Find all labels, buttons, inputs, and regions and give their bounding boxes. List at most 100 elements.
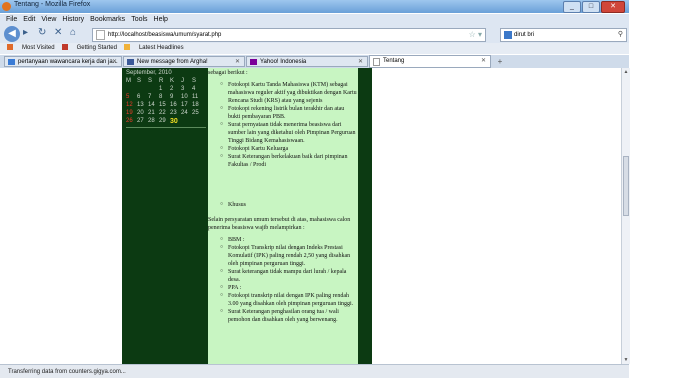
list-item: Fotokopi Kartu Keluarga [220, 145, 358, 153]
list-item: Khusus [220, 201, 358, 209]
calendar-day: 20 [137, 110, 144, 116]
calendar-day: 19 [126, 110, 133, 116]
intro-text: sebagai berikut : [208, 70, 248, 76]
calendar-day [126, 85, 137, 93]
scroll-up-arrow-icon[interactable]: ▲ [622, 68, 630, 76]
calendar-day: 7 [148, 94, 152, 100]
calendar-day: 25 [192, 110, 199, 116]
calendar-day: 18 [192, 102, 199, 108]
browser-window: Tentang - Mozilla Firefox _ □ ✕ File Edit Vi… [0, 0, 630, 378]
special-requirements-list: BBM : Fotokopi Transkrip nilai dengan In… [208, 236, 358, 324]
tab-close-icon[interactable]: ✕ [481, 56, 486, 67]
list-item: Surat Keterangan berkelakuan baik dari p… [220, 153, 358, 169]
search-box[interactable]: dirut bri ⚲ [500, 28, 627, 42]
weekday-header: J [181, 78, 184, 84]
menu-edit[interactable]: Edit [23, 14, 35, 25]
menu-bookmarks[interactable]: Bookmarks [90, 14, 125, 25]
firefox-icon [2, 2, 11, 11]
window-title: Tentang - Mozilla Firefox [14, 1, 91, 8]
weekday-header: S [137, 78, 142, 84]
bookmark-icon [7, 44, 13, 51]
calendar-day: 28 [148, 118, 155, 124]
tab-close-icon[interactable]: ✕ [235, 57, 240, 66]
calendar-day: 24 [181, 110, 188, 116]
rss-icon [123, 44, 130, 51]
main-text: sebagai berikut : Fotokopi Kartu Tanda M… [208, 68, 358, 364]
calendar-day: 13 [137, 102, 144, 108]
minimize-button[interactable]: _ [563, 1, 581, 13]
menu-tools[interactable]: Tools [131, 14, 147, 25]
calendar-day: 27 [137, 118, 144, 124]
calendar-day: 21 [148, 110, 155, 116]
reload-button[interactable]: ↻ [38, 25, 46, 41]
page-content: September, 2010 MSSRKJS 1234 5 6 7 8 9 10 11 1… [0, 68, 621, 364]
calendar-day: 17 [181, 102, 188, 108]
tab-close-icon[interactable]: ✕ [112, 57, 117, 66]
weekday-header: R [159, 78, 164, 84]
list-item: Fotokopi Kartu Tanda Mahasiswa (KTM) seb… [220, 81, 358, 105]
url-bar[interactable]: http://localhost/beasiswa/umum/syarat.ph… [92, 28, 486, 42]
requirements-list: Fotokopi Kartu Tanda Mahasiswa (KTM) seb… [208, 81, 358, 169]
bookmark-icon [61, 44, 68, 51]
new-tab-button[interactable]: + [492, 56, 508, 67]
maximize-button[interactable]: □ [582, 1, 600, 13]
tab-close-icon[interactable]: ✕ [358, 57, 363, 66]
menu-help[interactable]: Help [154, 14, 168, 25]
calendar-day: 1 [159, 86, 163, 92]
right-border-column [358, 68, 372, 364]
search-icon[interactable]: ⚲ [618, 29, 623, 41]
bookmark-latest-headlines[interactable]: Latest Headlines [123, 43, 184, 54]
home-button[interactable]: ⌂ [70, 25, 76, 41]
forward-button[interactable]: ▸ [23, 25, 28, 41]
search-engine-icon [504, 31, 512, 39]
paragraph: Selain persyaratan umum tersebut di atas… [208, 217, 351, 231]
calendar-month: September, 2010 [126, 70, 172, 76]
list-item: Surat keterangan tidak mampu dari lurah … [220, 268, 358, 284]
tab-pertanyaan[interactable]: pertanyaan wawancara kerja dan ja... ✕ [4, 56, 122, 67]
bookmark-most-visited[interactable]: Most Visited [7, 43, 55, 54]
menu-view[interactable]: View [41, 14, 56, 25]
tab-new-message[interactable]: New message from Argha! ✕ [123, 56, 245, 67]
calendar-day [148, 85, 159, 93]
calendar-day: 4 [192, 86, 196, 92]
page-icon [96, 30, 105, 40]
tab-tentang[interactable]: Tentang ✕ [369, 55, 491, 68]
scrollbar-thumb[interactable] [623, 156, 629, 216]
vertical-scrollbar[interactable]: ▲ ▼ [621, 68, 630, 364]
tab-favicon [127, 59, 134, 65]
calendar-day: 14 [148, 102, 155, 108]
calendar-day [181, 117, 192, 125]
navigation-toolbar: ◀ ▸ ↻ ✕ ⌂ http://localhost/beasiswa/umum… [0, 25, 629, 43]
calendar-day: 12 [126, 102, 133, 108]
tab-yahoo[interactable]: Yahoo! Indonesia ✕ [246, 56, 368, 67]
list-item: Surat pernyataan tidak menerima beasiswa… [220, 121, 358, 145]
calendar-day [192, 117, 203, 125]
back-button[interactable]: ◀ [4, 26, 20, 42]
calendar-day-today: 30 [170, 117, 178, 125]
tab-bar: pertanyaan wawancara kerja dan ja... ✕ Ne… [0, 55, 629, 68]
menu-file[interactable]: File [6, 14, 17, 25]
calendar-day: 29 [159, 118, 166, 124]
calendar-day [137, 85, 148, 93]
search-text: dirut bri [514, 32, 535, 38]
sidebar-divider [126, 127, 206, 128]
calendar-day: 11 [192, 94, 199, 100]
bookmark-getting-started[interactable]: Getting Started [61, 43, 117, 54]
calendar-table: MSSRKJS 1234 5 6 7 8 9 10 11 12 13 14 15 16 17 18 19… [126, 77, 203, 125]
calendar-day: 15 [159, 102, 166, 108]
menu-history[interactable]: History [62, 14, 84, 25]
url-text: http://localhost/beasiswa/umum/syarat.ph… [108, 32, 222, 38]
list-item: Fotokopi Transkrip nilai dengan Indeks P… [220, 244, 358, 268]
calendar-day: 16 [170, 102, 177, 108]
calendar-day: 3 [181, 86, 185, 92]
scroll-down-arrow-icon[interactable]: ▼ [622, 356, 630, 364]
tab-favicon [373, 58, 380, 66]
calendar-day: 6 [137, 94, 141, 100]
stop-button[interactable]: ✕ [54, 25, 62, 41]
calendar-day: 2 [170, 86, 174, 92]
bookmark-star-icon[interactable]: ☆ ▾ [469, 29, 482, 41]
bookmarks-toolbar: Most Visited Getting Started Latest Headli… [0, 43, 629, 54]
calendar-day: 26 [126, 118, 133, 124]
close-button[interactable]: ✕ [601, 1, 625, 13]
khusus-list: Khusus [208, 201, 358, 209]
